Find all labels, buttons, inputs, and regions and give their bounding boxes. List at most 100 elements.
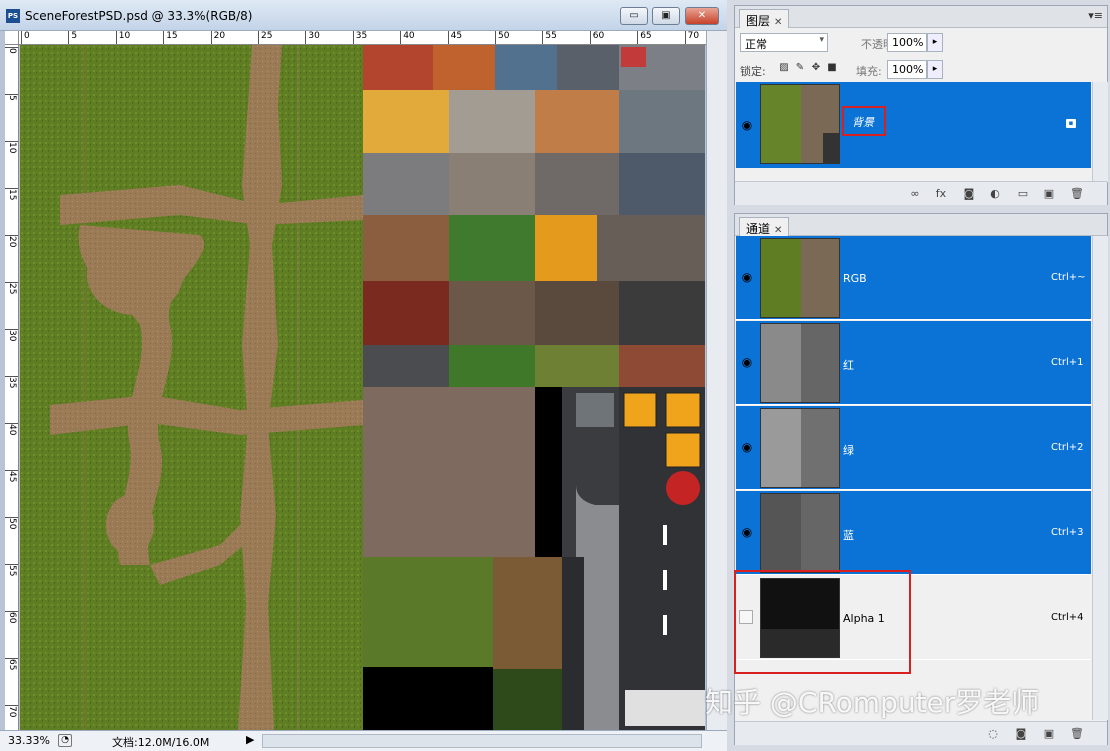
status-bar: 33.33% ◔ 文档:12.0M/16.0M ▶	[0, 730, 727, 751]
channels-panel: 通道 ✕ ◉ RGB Ctrl+~ ◉ 红 Ctrl+1 ◉ 绿 Ctrl+2 ◉…	[734, 213, 1108, 745]
load-selection-icon[interactable]: ◌	[985, 727, 1001, 741]
ruler-tick: 15	[5, 188, 18, 201]
channel-name: RGB	[843, 272, 867, 285]
blend-mode-select[interactable]: 正常 ▾	[740, 33, 828, 52]
channel-shortcut: Ctrl+4	[1051, 612, 1084, 623]
channel-row-green[interactable]: ◉ 绿 Ctrl+2	[736, 406, 1091, 490]
photoshop-icon: PS	[6, 9, 20, 23]
alpha-highlight-box	[734, 570, 911, 674]
new-channel-icon[interactable]: ▣	[1041, 727, 1057, 741]
ruler-tick: 0	[21, 31, 30, 44]
fill-slider-button[interactable]: ▸	[927, 60, 943, 79]
panel-dock: 图层 ✕ ▾≡ 正常 ▾ 不透明度: 100% ▸ 锁定: ▨ ✎ ✥ ■ 填充:…	[731, 0, 1110, 751]
maximize-button[interactable]: ▣	[652, 7, 680, 25]
status-info-icon[interactable]: ◔	[58, 734, 72, 747]
ruler-tick: 45	[447, 31, 462, 44]
tab-channels-label: 通道	[746, 222, 771, 236]
eye-icon[interactable]: ◉	[739, 355, 755, 369]
folder-icon[interactable]: ▭	[1015, 187, 1031, 201]
zoom-level[interactable]: 33.33%	[8, 734, 50, 747]
new-layer-icon[interactable]: ▣	[1041, 187, 1057, 201]
ruler-tick: 40	[5, 423, 18, 436]
layers-panel: 图层 ✕ ▾≡ 正常 ▾ 不透明度: 100% ▸ 锁定: ▨ ✎ ✥ ■ 填充:…	[734, 5, 1108, 205]
eye-icon[interactable]: ◉	[739, 525, 755, 539]
link-icon[interactable]: ∞	[907, 187, 923, 201]
layer-name: 背景	[852, 116, 874, 129]
fill-input[interactable]: 100%	[887, 60, 927, 79]
layers-tab-row: 图层 ✕ ▾≡	[735, 6, 1107, 28]
ruler-tick: 65	[5, 658, 18, 671]
channel-shortcut: Ctrl+~	[1051, 272, 1086, 283]
channel-name: 蓝	[843, 529, 854, 542]
document-size-info: 文档:12.0M/16.0M	[112, 736, 210, 749]
document-titlebar[interactable]: PS SceneForestPSD.psd @ 33.3%(RGB/8) ▭ ▣…	[0, 0, 727, 31]
ruler-tick: 5	[5, 94, 18, 101]
minimize-button[interactable]: ▭	[620, 7, 648, 25]
adjustment-icon[interactable]: ◐	[987, 187, 1003, 201]
tab-layers-label: 图层	[746, 14, 771, 28]
ruler-tick: 25	[258, 31, 272, 44]
vertical-ruler[interactable]: 0 5 10 15 20 25 30 35 40 45 50 55 60 65 70	[5, 45, 19, 730]
image-canvas[interactable]	[20, 45, 705, 730]
ruler-tick: 30	[305, 31, 320, 44]
layer-row-background[interactable]: ◉ 背景 ▪	[736, 82, 1091, 168]
document-title: SceneForestPSD.psd @ 33.3%(RGB/8)	[25, 9, 253, 23]
watermark: 知乎 @CRomputer罗老师	[705, 686, 1040, 719]
channels-footer: ◌ ◙ ▣ 🗑	[735, 721, 1107, 745]
channel-thumbnail	[760, 323, 840, 403]
lock-transparency-icon[interactable]: ▨	[778, 62, 790, 74]
channel-shortcut: Ctrl+3	[1051, 527, 1084, 538]
channel-thumbnail	[760, 238, 840, 318]
fill-label: 填充:	[856, 65, 882, 78]
ruler-tick: 55	[5, 564, 18, 577]
ruler-tick: 20	[5, 235, 18, 248]
document-window: PS SceneForestPSD.psd @ 33.3%(RGB/8) ▭ ▣…	[0, 0, 727, 751]
layer-thumbnail	[760, 84, 840, 164]
tab-layers[interactable]: 图层 ✕	[739, 9, 790, 28]
channels-scrollbar[interactable]	[1092, 236, 1108, 720]
channel-row-rgb[interactable]: ◉ RGB Ctrl+~	[736, 236, 1091, 320]
status-menu-arrow-icon[interactable]: ▶	[246, 733, 254, 746]
ruler-tick: 70	[684, 31, 699, 44]
close-button[interactable]: ✕	[685, 7, 719, 25]
layers-scrollbar[interactable]	[1092, 82, 1108, 182]
ruler-tick: 35	[352, 31, 367, 44]
canvas-artwork	[20, 45, 705, 730]
lock-all-icon[interactable]: ■	[826, 62, 838, 74]
opacity-input[interactable]: 100%	[887, 33, 927, 52]
ruler-tick: 5	[68, 31, 77, 44]
trash-icon[interactable]: 🗑	[1069, 187, 1085, 201]
trash-icon[interactable]: 🗑	[1069, 727, 1085, 741]
panel-menu-icon[interactable]: ▾≡	[1088, 9, 1103, 22]
channel-row-blue[interactable]: ◉ 蓝 Ctrl+3	[736, 491, 1091, 575]
tab-channels[interactable]: 通道 ✕	[739, 217, 790, 236]
close-icon[interactable]: ✕	[774, 225, 782, 236]
mask-icon[interactable]: ◙	[961, 187, 977, 201]
eye-icon[interactable]: ◉	[739, 118, 755, 132]
ruler-tick: 55	[542, 31, 557, 44]
channel-row-red[interactable]: ◉ 红 Ctrl+1	[736, 321, 1091, 405]
ruler-tick: 60	[5, 611, 18, 624]
eye-icon[interactable]: ◉	[739, 270, 755, 284]
lock-image-icon[interactable]: ✎	[794, 62, 806, 74]
channel-shortcut: Ctrl+2	[1051, 442, 1084, 453]
lock-label: 锁定:	[740, 65, 766, 78]
channel-thumbnail	[760, 408, 840, 488]
close-icon[interactable]: ✕	[774, 17, 782, 28]
lock-icon: ▪	[1066, 119, 1076, 128]
chevron-down-icon: ▾	[819, 35, 824, 45]
ruler-tick: 25	[5, 282, 18, 295]
horizontal-scrollbar[interactable]	[262, 734, 702, 748]
save-selection-icon[interactable]: ◙	[1013, 727, 1029, 741]
vertical-scrollbar[interactable]	[706, 31, 727, 730]
ruler-tick: 20	[210, 31, 225, 44]
eye-icon[interactable]: ◉	[739, 440, 755, 454]
opacity-slider-button[interactable]: ▸	[927, 33, 943, 52]
horizontal-ruler[interactable]: 0 5 10 15 20 25 30 35 40 45 50 55 60 65 70	[19, 31, 706, 45]
ruler-corner[interactable]	[5, 31, 19, 45]
ruler-tick: 35	[5, 376, 18, 389]
lock-position-icon[interactable]: ✥	[810, 62, 822, 74]
layer-name-highlight[interactable]: 背景	[842, 106, 886, 136]
ruler-tick: 65	[637, 31, 652, 44]
fx-icon[interactable]: fx	[933, 187, 949, 201]
